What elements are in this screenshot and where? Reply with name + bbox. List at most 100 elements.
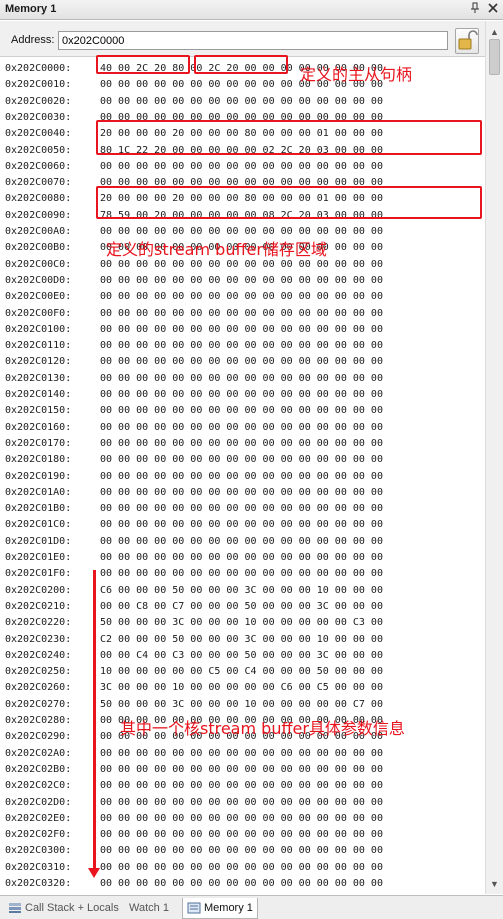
memory-row[interactable]: 0x202C0190: 00 00 00 00 00 00 00 00 00 00… <box>5 469 383 485</box>
row-bytes[interactable]: 00 00 00 00 00 00 00 00 00 00 00 00 00 0… <box>100 289 383 305</box>
memory-row[interactable]: 0x202C01A0: 00 00 00 00 00 00 00 00 00 00… <box>5 485 383 501</box>
row-bytes[interactable]: 00 00 00 00 00 00 00 00 00 00 00 00 00 0… <box>100 452 383 468</box>
row-bytes[interactable]: 00 00 00 00 00 00 00 00 00 00 00 00 00 0… <box>100 550 383 566</box>
memory-row[interactable]: 0x202C0170: 00 00 00 00 00 00 00 00 00 00… <box>5 436 383 452</box>
row-bytes[interactable]: 00 00 00 00 00 00 00 00 00 00 00 00 00 0… <box>100 762 383 778</box>
memory-row[interactable]: 0x202C0150: 00 00 00 00 00 00 00 00 00 00… <box>5 403 383 419</box>
memory-row[interactable]: 0x202C01D0: 00 00 00 00 00 00 00 00 00 00… <box>5 534 383 550</box>
memory-row[interactable]: 0x202C0200: C6 00 00 00 50 00 00 00 3C 00… <box>5 583 383 599</box>
memory-row[interactable]: 0x202C00D0: 00 00 00 00 00 00 00 00 00 00… <box>5 273 383 289</box>
close-icon[interactable] <box>486 2 500 16</box>
row-bytes[interactable]: 00 00 C8 00 C7 00 00 00 50 00 00 00 3C 0… <box>100 599 383 615</box>
row-address: 0x202C02E0: <box>5 812 72 824</box>
row-bytes[interactable]: 00 00 00 00 00 00 00 00 00 00 00 00 00 0… <box>100 811 383 827</box>
row-address: 0x202C0010: <box>5 79 72 91</box>
row-bytes[interactable]: C6 00 00 00 50 00 00 00 3C 00 00 00 10 0… <box>100 583 383 599</box>
row-bytes[interactable]: 00 00 00 00 00 00 00 00 00 00 00 00 00 0… <box>100 778 383 794</box>
memory-row[interactable]: 0x202C00F0: 00 00 00 00 00 00 00 00 00 00… <box>5 306 383 322</box>
memory-row[interactable]: 0x202C02A0: 00 00 00 00 00 00 00 00 00 00… <box>5 746 383 762</box>
row-bytes[interactable]: 00 00 00 00 00 00 00 00 00 00 00 00 00 0… <box>100 322 383 338</box>
pin-icon[interactable] <box>468 2 482 16</box>
memory-row[interactable]: 0x202C0060: 00 00 00 00 00 00 00 00 00 00… <box>5 159 383 175</box>
memory-row[interactable]: 0x202C0240: 00 00 C4 00 C3 00 00 00 50 00… <box>5 648 383 664</box>
row-bytes[interactable]: 10 00 00 00 00 00 C5 00 C4 00 00 00 50 0… <box>100 664 383 680</box>
memory-row[interactable]: 0x202C02D0: 00 00 00 00 00 00 00 00 00 00… <box>5 795 383 811</box>
tab-call-stack[interactable]: Call Stack + Locals <box>4 898 123 919</box>
memory-row[interactable]: 0x202C0110: 00 00 00 00 00 00 00 00 00 00… <box>5 338 383 354</box>
memory-row[interactable]: 0x202C0140: 00 00 00 00 00 00 00 00 00 00… <box>5 387 383 403</box>
memory-row[interactable]: 0x202C00E0: 00 00 00 00 00 00 00 00 00 00… <box>5 289 383 305</box>
row-bytes[interactable]: 00 00 00 00 00 00 00 00 00 00 00 00 00 0… <box>100 566 383 582</box>
row-bytes[interactable]: 50 00 00 00 3C 00 00 00 10 00 00 00 00 0… <box>100 697 383 713</box>
row-bytes[interactable]: 00 00 00 00 00 00 00 00 00 00 00 00 00 0… <box>100 860 383 876</box>
row-address: 0x202C0250: <box>5 666 72 678</box>
tab-memory-1[interactable]: Memory 1 <box>182 898 258 919</box>
memory-row[interactable]: 0x202C0300: 00 00 00 00 00 00 00 00 00 00… <box>5 843 383 859</box>
row-bytes[interactable]: 00 00 00 00 00 00 00 00 00 00 00 00 00 0… <box>100 403 383 419</box>
memory-row[interactable]: 0x202C02F0: 00 00 00 00 00 00 00 00 00 00… <box>5 827 383 843</box>
row-bytes[interactable]: 00 00 C4 00 C3 00 00 00 50 00 00 00 3C 0… <box>100 648 383 664</box>
row-bytes[interactable]: 00 00 00 00 00 00 00 00 00 00 00 00 00 0… <box>100 469 383 485</box>
scroll-thumb[interactable] <box>489 39 500 75</box>
vertical-scrollbar[interactable]: ▲ ▼ <box>485 21 503 894</box>
memory-row[interactable]: 0x202C01C0: 00 00 00 00 00 00 00 00 00 00… <box>5 517 383 533</box>
row-bytes[interactable]: 00 00 00 00 00 00 00 00 00 00 00 00 00 0… <box>100 795 383 811</box>
row-bytes[interactable]: 00 00 00 00 00 00 00 00 00 00 00 00 00 0… <box>100 159 383 175</box>
memory-row[interactable]: 0x202C0220: 50 00 00 00 3C 00 00 00 10 00… <box>5 615 383 631</box>
lock-button[interactable] <box>455 28 479 54</box>
memory-row[interactable]: 0x202C0270: 50 00 00 00 3C 00 00 00 10 00… <box>5 697 383 713</box>
memory-icon <box>187 902 201 914</box>
row-bytes[interactable]: 3C 00 00 00 10 00 00 00 00 00 C6 00 C5 0… <box>100 680 383 696</box>
row-bytes[interactable]: 00 00 00 00 00 00 00 00 00 00 00 00 00 0… <box>100 827 383 843</box>
row-bytes[interactable]: 00 00 00 00 00 00 00 00 00 00 00 00 00 0… <box>100 354 383 370</box>
row-bytes[interactable]: 00 00 00 00 00 00 00 00 00 00 00 00 00 0… <box>100 273 383 289</box>
memory-row[interactable]: 0x202C0260: 3C 00 00 00 10 00 00 00 00 00… <box>5 680 383 696</box>
row-bytes[interactable]: 00 00 00 00 00 00 00 00 00 00 00 00 00 0… <box>100 843 383 859</box>
row-bytes[interactable]: 00 00 00 00 00 00 00 00 00 00 00 00 00 0… <box>100 338 383 354</box>
row-bytes[interactable]: 00 00 00 00 00 00 00 00 00 00 00 00 00 0… <box>100 501 383 517</box>
tab-watch-1[interactable]: Watch 1 <box>125 898 173 919</box>
memory-row[interactable]: 0x202C0330:00 00 00 00 00 00 00 00 00 00… <box>5 892 383 894</box>
memory-row[interactable]: 0x202C02B0: 00 00 00 00 00 00 00 00 00 00… <box>5 762 383 778</box>
row-bytes[interactable]: 00 00 00 00 00 00 00 00 00 00 00 00 00 0… <box>100 94 383 110</box>
row-bytes[interactable]: 00 00 00 00 00 00 00 00 00 00 00 00 00 0… <box>100 485 383 501</box>
memory-row[interactable]: 0x202C01B0: 00 00 00 00 00 00 00 00 00 00… <box>5 501 383 517</box>
memory-row[interactable]: 0x202C01E0: 00 00 00 00 00 00 00 00 00 00… <box>5 550 383 566</box>
row-bytes[interactable]: C2 00 00 00 50 00 00 00 3C 00 00 00 10 0… <box>100 632 383 648</box>
address-label: Address: <box>11 34 55 46</box>
row-bytes[interactable]: 00 00 00 00 00 00 00 00 00 00 00 00 00 0… <box>100 436 383 452</box>
row-bytes[interactable]: 00 00 00 00 00 00 00 00 00 00 00 00 00 0… <box>100 371 383 387</box>
memory-row[interactable]: 0x202C0120: 00 00 00 00 00 00 00 00 00 00… <box>5 354 383 370</box>
memory-row[interactable]: 0x202C0310: 00 00 00 00 00 00 00 00 00 00… <box>5 860 383 876</box>
memory-row[interactable]: 0x202C0100: 00 00 00 00 00 00 00 00 00 00… <box>5 322 383 338</box>
memory-row[interactable]: 0x202C00A0: 00 00 00 00 00 00 00 00 00 00… <box>5 224 383 240</box>
memory-row[interactable]: 0x202C0160: 00 00 00 00 00 00 00 00 00 00… <box>5 420 383 436</box>
memory-row[interactable]: 0x202C0230: C2 00 00 00 50 00 00 00 3C 00… <box>5 632 383 648</box>
memory-view[interactable]: 0x202C0000: 40 00 2C 20 80 00 2C 20 00 00… <box>0 57 485 894</box>
row-bytes[interactable]: 00 00 00 00 00 00 00 00 00 00 00 00 00 0… <box>100 224 383 240</box>
memory-row[interactable]: 0x202C0020: 00 00 00 00 00 00 00 00 00 00… <box>5 94 383 110</box>
row-bytes[interactable]: 00 00 00 00 00 00 00 00 00 00 00 00 00 0… <box>100 534 383 550</box>
memory-row[interactable]: 0x202C0130: 00 00 00 00 00 00 00 00 00 00… <box>5 371 383 387</box>
row-bytes[interactable]: 50 00 00 00 3C 00 00 00 10 00 00 00 00 0… <box>100 615 383 631</box>
memory-row[interactable]: 0x202C0250: 10 00 00 00 00 00 C5 00 C4 00… <box>5 664 383 680</box>
memory-row[interactable]: 0x202C0320: 00 00 00 00 00 00 00 00 00 00… <box>5 876 383 892</box>
scroll-down-icon[interactable]: ▼ <box>490 879 499 889</box>
row-bytes[interactable]: 00 00 00 00 00 00 00 00 00 00 00 00 00 0… <box>100 420 383 436</box>
lock-icon <box>458 30 478 50</box>
memory-row[interactable]: 0x202C0210: 00 00 C8 00 C7 00 00 00 50 00… <box>5 599 383 615</box>
address-input[interactable] <box>58 31 448 50</box>
row-bytes[interactable]: 00 00 00 00 00 00 00 00 00 00 00 00 00 0… <box>100 517 383 533</box>
memory-row[interactable]: 0x202C0180: 00 00 00 00 00 00 00 00 00 00… <box>5 452 383 468</box>
row-bytes[interactable]: 00 00 00 00 00 00 00 00 00 00 00 00 00 0… <box>100 892 383 894</box>
row-bytes[interactable]: 00 00 00 00 00 00 00 00 00 00 00 00 00 0… <box>100 876 383 892</box>
scroll-up-icon[interactable]: ▲ <box>490 27 499 37</box>
memory-row[interactable]: 0x202C02C0: 00 00 00 00 00 00 00 00 00 00… <box>5 778 383 794</box>
row-address: 0x202C0170: <box>5 437 72 449</box>
row-address: 0x202C00D0: <box>5 274 72 286</box>
memory-row[interactable]: 0x202C01F0: 00 00 00 00 00 00 00 00 00 00… <box>5 566 383 582</box>
memory-row[interactable]: 0x202C02E0: 00 00 00 00 00 00 00 00 00 00… <box>5 811 383 827</box>
row-bytes[interactable]: 00 00 00 00 00 00 00 00 00 00 00 00 00 0… <box>100 746 383 762</box>
row-bytes[interactable]: 00 00 00 00 00 00 00 00 00 00 00 00 00 0… <box>100 387 383 403</box>
row-bytes[interactable]: 00 00 00 00 00 00 00 00 00 00 00 00 00 0… <box>100 306 383 322</box>
